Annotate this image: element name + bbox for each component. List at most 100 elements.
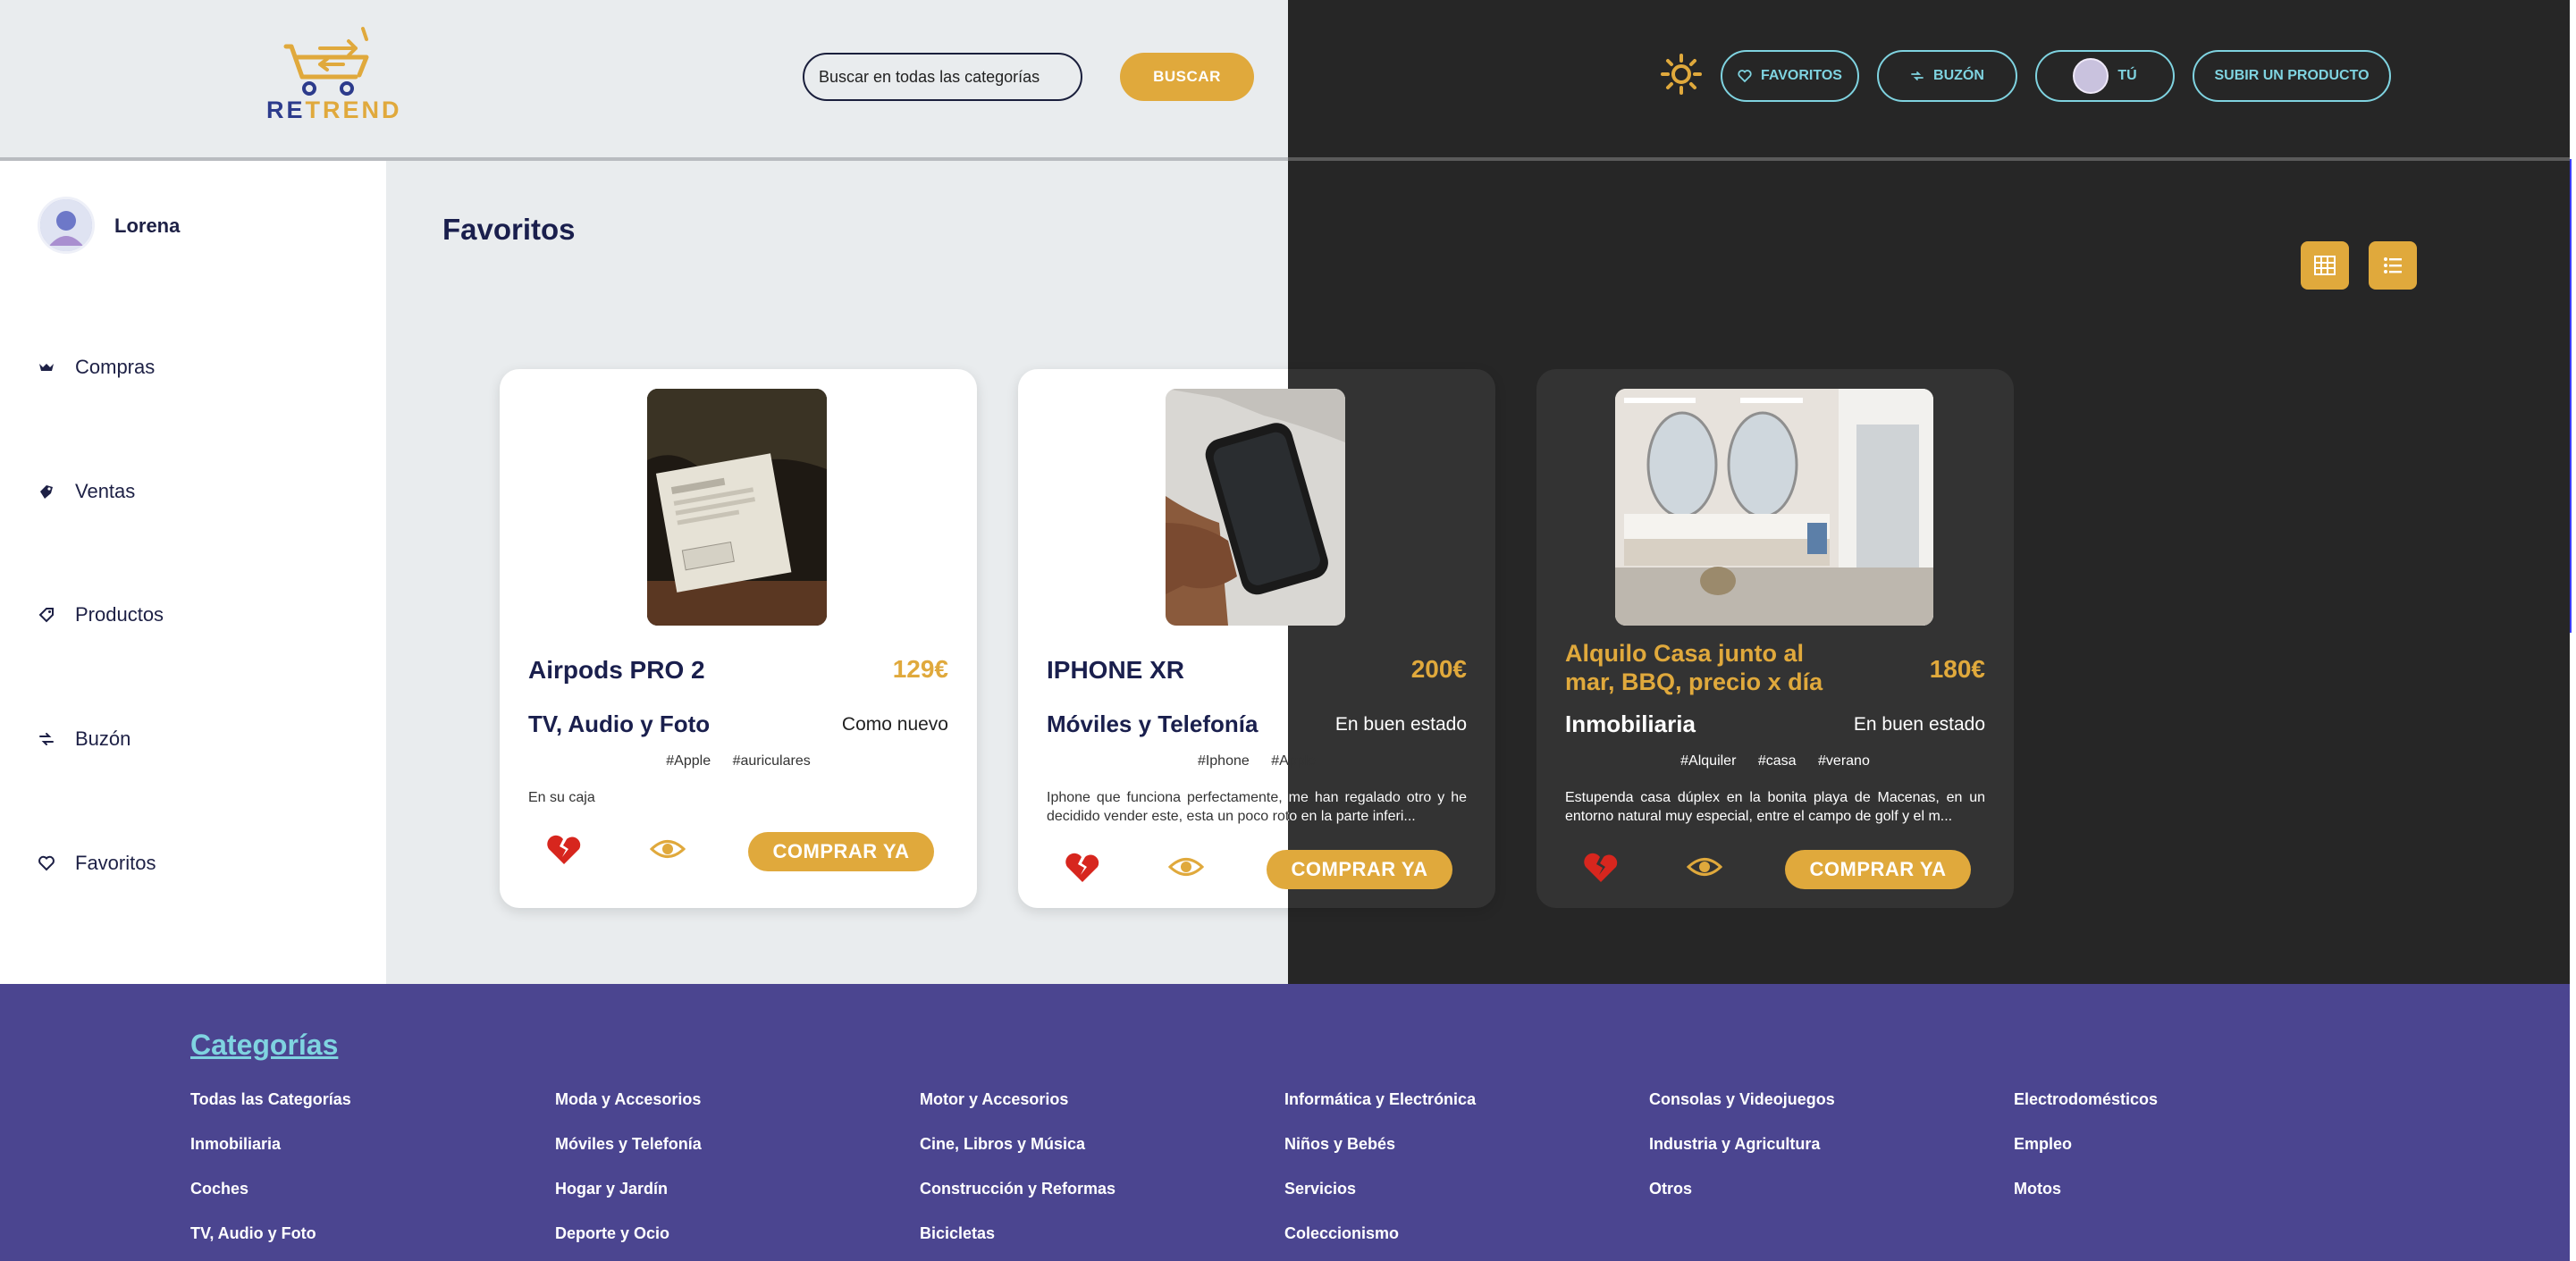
sidebar-item-label: Compras: [75, 356, 156, 378]
avatar: [2073, 58, 2109, 94]
product-card[interactable]: Alquilo Casa junto al mar, BBQ, precio x…: [1536, 369, 2014, 908]
broken-heart-icon[interactable]: [546, 834, 582, 866]
buy-now-button[interactable]: COMPRAR YA: [1785, 850, 1971, 889]
upload-product-label: SUBIR UN PRODUCTO: [2214, 68, 2370, 83]
footer-category-link[interactable]: Industria y Agricultura: [1649, 1135, 1820, 1154]
footer-category-link[interactable]: Hogar y Jardín: [555, 1180, 668, 1198]
footer-category-link[interactable]: Consolas y Videojuegos: [1649, 1090, 1835, 1109]
bathroom-photo: [1615, 389, 1933, 626]
sidebar-item-label: Ventas: [75, 480, 136, 502]
user-avatar[interactable]: [38, 197, 95, 254]
grid-icon: [2314, 256, 2336, 275]
inbox-nav-button[interactable]: BUZÓN: [1877, 50, 2017, 102]
heart-icon: [1738, 70, 1752, 83]
cart-logo-icon: [283, 27, 369, 96]
footer-category-link[interactable]: Cine, Libros y Música: [920, 1135, 1085, 1154]
search-input[interactable]: Buscar en todas las categorías: [803, 53, 1082, 101]
footer-category-link[interactable]: Bicicletas: [920, 1224, 995, 1243]
footer-category-link[interactable]: Móviles y Telefonía: [555, 1135, 702, 1154]
sidebar-item-compras[interactable]: Compras: [38, 356, 155, 379]
favorites-nav-button[interactable]: FAVORITOS: [1721, 50, 1859, 102]
product-title: Alquilo Casa junto al mar, BBQ, precio x…: [1565, 640, 1823, 696]
airpods-box-photo: [647, 389, 827, 626]
product-state: Como nuevo: [841, 714, 948, 735]
broken-heart-icon[interactable]: [1583, 852, 1619, 884]
product-state: En buen estado: [1334, 714, 1467, 735]
page-title: Favoritos: [442, 213, 576, 246]
sidebar-item-productos[interactable]: Productos: [38, 603, 164, 626]
eye-icon[interactable]: [1687, 855, 1722, 878]
footer-category-link[interactable]: Coleccionismo: [1284, 1224, 1399, 1243]
logo-text: RETREND: [266, 97, 402, 123]
heart-icon: [38, 855, 55, 871]
sidebar-item-favoritos[interactable]: Favoritos: [38, 852, 156, 875]
sidebar-item-label: Buzón: [75, 727, 131, 750]
profile-nav-button[interactable]: TÚ: [2035, 50, 2175, 102]
product-tags: #Alquiler #casa #verano: [1536, 753, 2014, 769]
product-tag: #Apple: [666, 753, 711, 769]
footer-category-link[interactable]: TV, Audio y Foto: [190, 1224, 316, 1243]
eye-icon[interactable]: [650, 837, 686, 861]
sidebar-item-ventas[interactable]: Ventas: [38, 480, 135, 503]
footer-category-link[interactable]: Servicios: [1284, 1180, 1356, 1198]
buy-now-button[interactable]: COMPRAR YA: [748, 832, 934, 871]
product-tag: #Apple: [1271, 753, 1317, 769]
sidebar-item-label: Favoritos: [75, 852, 156, 874]
product-category: Inmobiliaria: [1565, 710, 1696, 737]
header-divider-dark: [1288, 157, 2570, 161]
footer-category-link[interactable]: Inmobiliaria: [190, 1135, 281, 1154]
product-description: Iphone que funciona perfectamente, me ha…: [1047, 789, 1467, 828]
sidebar-item-buzon[interactable]: Buzón: [38, 727, 130, 751]
product-price: 180€: [1929, 655, 1985, 683]
product-tag: #casa: [1757, 753, 1797, 769]
inbox-icon: [39, 733, 54, 745]
header: RETREND Buscar en todas las categorías B…: [0, 0, 2576, 159]
product-image[interactable]: [1166, 389, 1345, 626]
footer-category-link[interactable]: Coches: [190, 1180, 248, 1198]
sales-icon: [40, 485, 53, 499]
profile-nav-label: TÚ: [2117, 68, 2137, 83]
product-card[interactable]: IPHONE XR 200€ Móviles y Telefonía En bu…: [1018, 369, 1495, 908]
product-tag: #Alquiler: [1680, 753, 1737, 769]
product-image[interactable]: [1615, 389, 1933, 626]
footer-categories-title[interactable]: Categorías: [190, 1029, 338, 1062]
eye-icon[interactable]: [1168, 855, 1204, 878]
product-state: En buen estado: [1853, 714, 1985, 735]
product-tag: #Iphone: [1197, 753, 1250, 769]
footer-category-link[interactable]: Todas las Categorías: [190, 1090, 351, 1109]
user-name: Lorena: [114, 214, 181, 237]
list-view-button[interactable]: [2369, 241, 2417, 290]
footer-category-link[interactable]: Otros: [1649, 1180, 1692, 1198]
footer-category-link[interactable]: Motor y Accesorios: [920, 1090, 1068, 1109]
product-tags: #Apple #auriculares: [500, 753, 977, 769]
footer-category-link[interactable]: Construcción y Reformas: [920, 1180, 1115, 1198]
product-tags: #Iphone #Apple: [1018, 753, 1495, 769]
footer-category-link[interactable]: Niños y Bebés: [1284, 1135, 1395, 1154]
sidebar-item-label: Productos: [75, 603, 164, 626]
footer-category-link[interactable]: Moda y Accesorios: [555, 1090, 701, 1109]
avatar-illustration-icon: [40, 199, 92, 251]
product-title: Airpods PRO 2: [528, 656, 705, 684]
product-description: Estupenda casa dúplex en la bonita playa…: [1565, 790, 1985, 824]
footer-category-link[interactable]: Motos: [2014, 1180, 2061, 1198]
shopping-icon: [39, 364, 54, 371]
grid-view-button[interactable]: [2301, 241, 2349, 290]
tag-icon: [38, 608, 54, 623]
favorites-nav-label: FAVORITOS: [1761, 68, 1842, 83]
list-icon: [2384, 257, 2402, 273]
footer-category-link[interactable]: Electrodomésticos: [2014, 1090, 2158, 1109]
broken-heart-icon[interactable]: [1065, 852, 1100, 884]
product-image[interactable]: [647, 389, 827, 626]
buy-now-button[interactable]: COMPRAR YA: [1267, 850, 1452, 889]
upload-product-button[interactable]: SUBIR UN PRODUCTO: [2193, 50, 2391, 102]
product-card[interactable]: Airpods PRO 2 129€ TV, Audio y Foto Como…: [500, 369, 977, 908]
footer-category-link[interactable]: Informática y Electrónica: [1284, 1090, 1476, 1109]
inbox-icon: [1911, 71, 1924, 80]
window-edge: [2570, 0, 2576, 1261]
product-price: 200€: [1410, 655, 1467, 683]
retrend-logo[interactable]: RETREND: [266, 21, 402, 123]
sun-theme-toggle-icon[interactable]: [1661, 54, 1702, 95]
footer-category-link[interactable]: Empleo: [2014, 1135, 2072, 1154]
footer-category-link[interactable]: Deporte y Ocio: [555, 1224, 669, 1243]
search-button[interactable]: BUSCAR: [1120, 53, 1254, 101]
